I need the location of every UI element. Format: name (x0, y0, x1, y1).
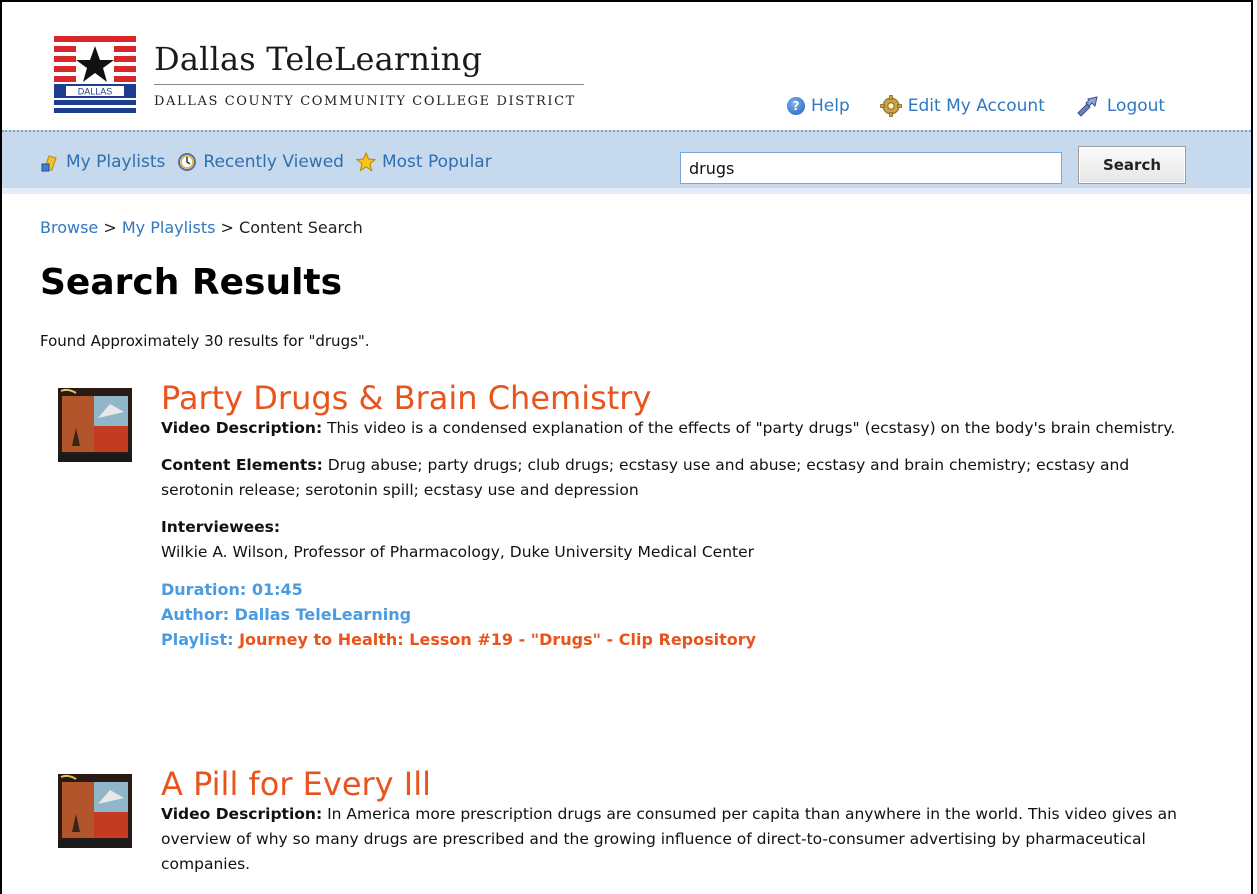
playlist-label: Playlist: (161, 630, 234, 649)
page-frame: DALLAS Dallas TeleLearning DALLAS COUNTY… (0, 0, 1253, 894)
logo-text: DALLAS (78, 87, 113, 97)
logout-icon (1077, 96, 1098, 117)
duration: Duration: 01:45 (161, 580, 303, 599)
gear-icon (879, 95, 902, 117)
video-thumbnail[interactable] (58, 774, 132, 848)
breadcrumb-current: Content Search (239, 218, 363, 237)
video-thumbnail[interactable] (58, 388, 132, 462)
nav-recently-viewed[interactable]: Recently Viewed (177, 152, 344, 172)
playlist: Playlist: Journey to Health: Lesson #19 … (161, 627, 1191, 652)
nav-most-popular[interactable]: Most Popular (355, 152, 492, 172)
breadcrumb-separator: > (220, 218, 234, 237)
account-links: ? Help Edit My Account Logout (787, 95, 1165, 117)
breadcrumb-browse[interactable]: Browse (40, 218, 98, 237)
search-button[interactable]: Search (1078, 146, 1186, 184)
result-body: Party Drugs & Brain Chemistry Video Desc… (161, 380, 1191, 652)
edit-account-label: Edit My Account (907, 96, 1045, 116)
breadcrumb: Browse > My Playlists > Content Search (40, 218, 363, 237)
content-elements-label: Content Elements: (161, 456, 323, 474)
playlist-link[interactable]: Journey to Health: Lesson #19 - "Drugs" … (239, 630, 756, 649)
results-summary: Found Approximately 30 results for "drug… (40, 332, 370, 350)
result-title[interactable]: Party Drugs & Brain Chemistry (161, 380, 1191, 416)
logout-link[interactable]: Logout (1075, 95, 1165, 117)
star-icon (355, 152, 376, 172)
interviewees-label: Interviewees: (161, 518, 281, 536)
clock-icon (178, 153, 197, 171)
nav-bar: My Playlists Recently Viewed Most Popula… (2, 130, 1251, 194)
dallas-logo[interactable]: DALLAS (54, 36, 136, 116)
site-header: DALLAS Dallas TeleLearning DALLAS COUNTY… (2, 2, 1251, 130)
description-label: Video Description: (161, 419, 323, 437)
description-label: Video Description: (161, 805, 323, 823)
interviewees: Interviewees: Wilkie A. Wilson, Professor… (161, 515, 1191, 565)
nav-recently-viewed-label: Recently Viewed (203, 152, 344, 172)
nav-most-popular-label: Most Popular (381, 152, 492, 172)
result-body: A Pill for Every Ill Video Description: … (161, 766, 1191, 877)
author: Author: Dallas TeleLearning (161, 605, 412, 624)
site-title: Dallas TeleLearning (154, 40, 483, 78)
playlist-icon (41, 155, 57, 172)
page-title: Search Results (40, 262, 343, 303)
result-title[interactable]: A Pill for Every Ill (161, 766, 1191, 802)
edit-account-link[interactable]: Edit My Account (879, 95, 1045, 117)
help-label: Help (811, 96, 850, 116)
title-divider (154, 84, 584, 85)
help-link[interactable]: ? Help (787, 96, 850, 116)
nav-my-playlists[interactable]: My Playlists (40, 152, 165, 172)
video-description: Video Description: In America more presc… (161, 802, 1191, 877)
help-icon: ? (787, 97, 805, 115)
breadcrumb-separator: > (103, 218, 117, 237)
nav-links: My Playlists Recently Viewed Most Popula… (40, 152, 496, 172)
search-input[interactable] (680, 152, 1062, 184)
description-text: This video is a condensed explanation of… (327, 419, 1176, 437)
breadcrumb-my-playlists[interactable]: My Playlists (122, 218, 216, 237)
site-subtitle: DALLAS COUNTY COMMUNITY COLLEGE DISTRICT (154, 94, 576, 109)
nav-my-playlists-label: My Playlists (66, 152, 166, 172)
video-description: Video Description: This video is a conde… (161, 416, 1191, 441)
content-elements: Content Elements: Drug abuse; party drug… (161, 453, 1191, 503)
logout-label: Logout (1106, 96, 1166, 116)
interviewees-text: Wilkie A. Wilson, Professor of Pharmacol… (161, 543, 755, 561)
